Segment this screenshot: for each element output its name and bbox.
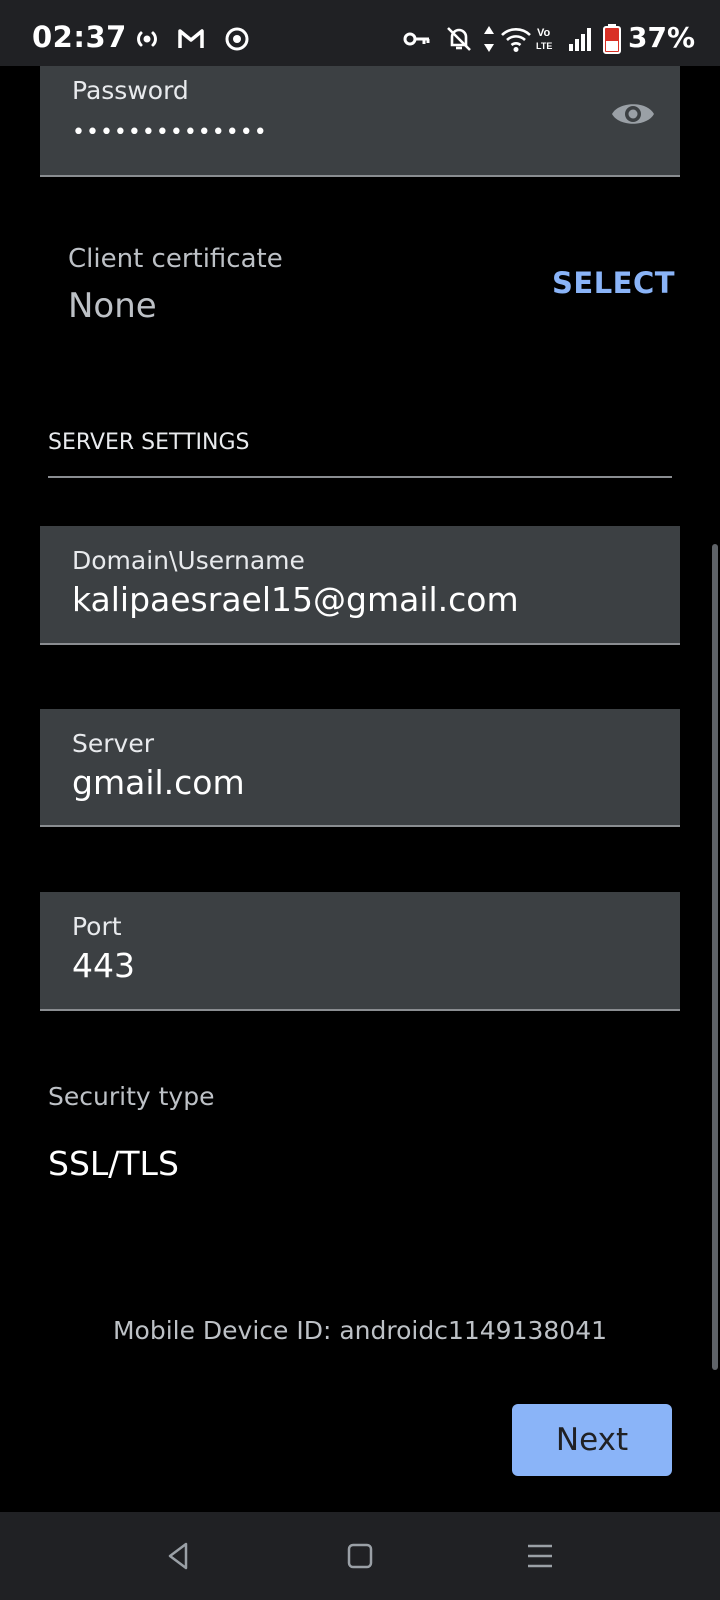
scrollbar[interactable] <box>712 544 718 1370</box>
password-field[interactable]: Password •••••••••••••• <box>40 66 680 177</box>
server-settings-title: SERVER SETTINGS <box>48 430 250 455</box>
port-value: 443 <box>72 946 135 985</box>
gmail-icon <box>178 29 204 48</box>
status-time: 02:37 <box>32 20 127 54</box>
eye-icon[interactable] <box>610 94 656 134</box>
battery-percent: 37% <box>628 21 696 54</box>
back-icon <box>168 1542 188 1570</box>
home-icon <box>347 1543 373 1569</box>
section-divider <box>48 476 672 478</box>
server-label: Server <box>72 729 154 758</box>
volte-icon: Vo LTE <box>536 27 552 51</box>
back-button[interactable] <box>152 1530 204 1582</box>
battery-icon <box>603 24 621 54</box>
status-bar: 02:37 Vo LTE 37% <box>0 0 720 66</box>
password-value: •••••••••••••• <box>72 120 268 145</box>
mobile-device-id: Mobile Device ID: androidc1149138041 <box>112 1316 608 1345</box>
navigation-bar <box>0 1512 720 1600</box>
notifications-off-icon <box>447 27 471 51</box>
hotspot-icon <box>137 31 157 47</box>
security-type-dropdown[interactable]: SSL/TLS <box>48 1144 179 1183</box>
screen: 02:37 Vo LTE 37% Password ••••••••••••••… <box>0 0 720 1600</box>
port-label: Port <box>72 912 122 941</box>
next-button[interactable]: Next <box>512 1404 672 1476</box>
svg-text:Vo: Vo <box>537 27 551 39</box>
domain-username-value: kalipaesrael15@gmail.com <box>72 580 519 619</box>
svg-text:LTE: LTE <box>536 41 552 51</box>
home-button[interactable] <box>334 1530 386 1582</box>
domain-username-field[interactable]: Domain\Username kalipaesrael15@gmail.com <box>40 526 680 645</box>
port-field[interactable]: Port 443 <box>40 892 680 1011</box>
client-certificate-value: None <box>68 286 157 326</box>
signal-icon <box>569 28 591 51</box>
wifi-icon <box>501 28 531 52</box>
security-type-label: Security type <box>48 1082 215 1111</box>
select-certificate-button[interactable]: SELECT <box>552 266 675 300</box>
server-field[interactable]: Server gmail.com <box>40 709 680 827</box>
menu-icon <box>528 1544 552 1568</box>
client-certificate-label: Client certificate <box>68 244 283 274</box>
vpn-key-icon <box>403 32 430 46</box>
server-value: gmail.com <box>72 763 245 802</box>
sync-icon <box>225 27 249 51</box>
domain-username-label: Domain\Username <box>72 546 305 575</box>
recents-button[interactable] <box>514 1530 566 1582</box>
password-label: Password <box>72 76 189 105</box>
data-arrows-icon <box>484 26 494 52</box>
